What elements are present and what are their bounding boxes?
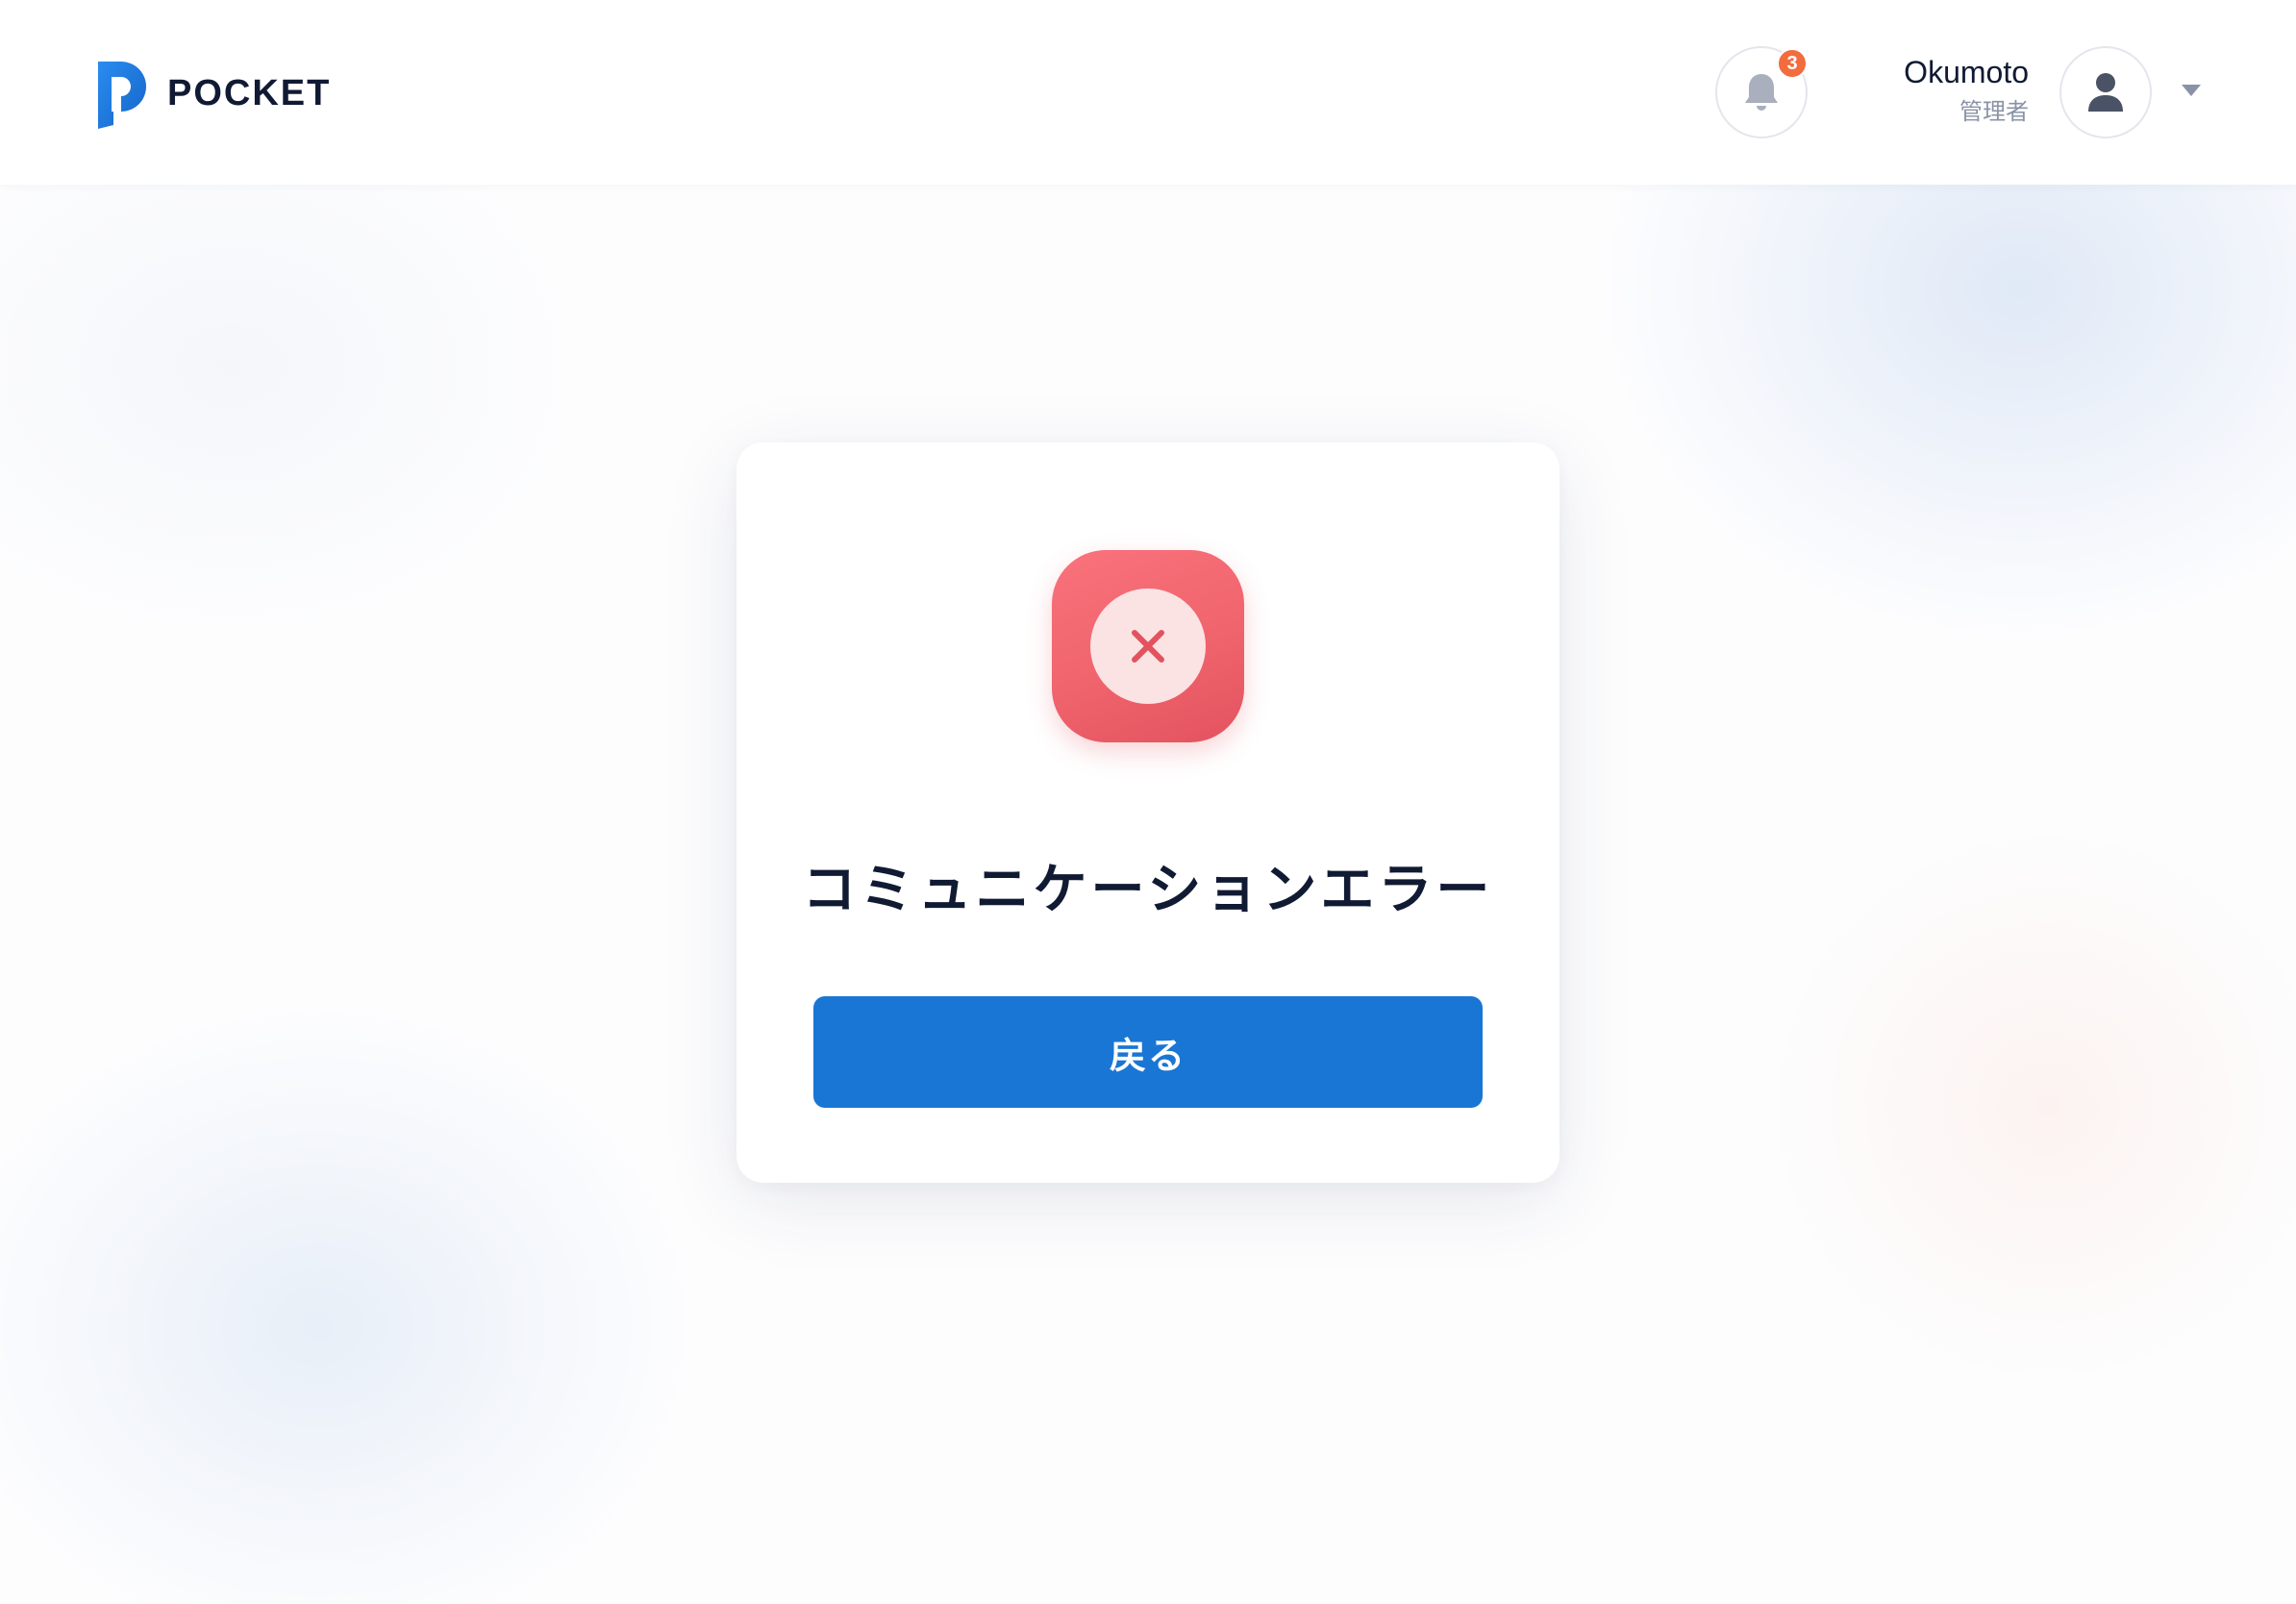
user-role: 管理者	[1959, 99, 2029, 125]
app-header: POCKET 3 Okumoto 管理者	[0, 0, 2296, 185]
close-icon	[1132, 630, 1164, 663]
bell-icon	[1745, 74, 1778, 111]
page: POCKET 3 Okumoto 管理者 コミュニケーションエラー 戻る	[0, 0, 2296, 1604]
user-name: Okumoto	[1904, 55, 2029, 89]
caret-down-icon[interactable]	[2181, 83, 2202, 98]
error-card: コミュニケーションエラー 戻る	[736, 442, 1560, 1183]
person-icon	[2088, 73, 2123, 112]
user-avatar-button[interactable]	[2059, 46, 2152, 138]
back-button[interactable]: 戻る	[813, 996, 1483, 1108]
error-badge	[1052, 550, 1244, 742]
pocket-logo-icon	[98, 62, 146, 129]
user-info: Okumoto 管理者	[1904, 52, 2029, 129]
brand-name: POCKET	[167, 72, 332, 113]
notifications-button[interactable]: 3	[1715, 46, 1808, 138]
notification-count-badge: 3	[1777, 48, 1808, 79]
error-icon-circle	[1090, 589, 1206, 704]
error-title: コミュニケーションエラー	[802, 859, 1494, 919]
brand[interactable]: POCKET	[92, 56, 331, 131]
